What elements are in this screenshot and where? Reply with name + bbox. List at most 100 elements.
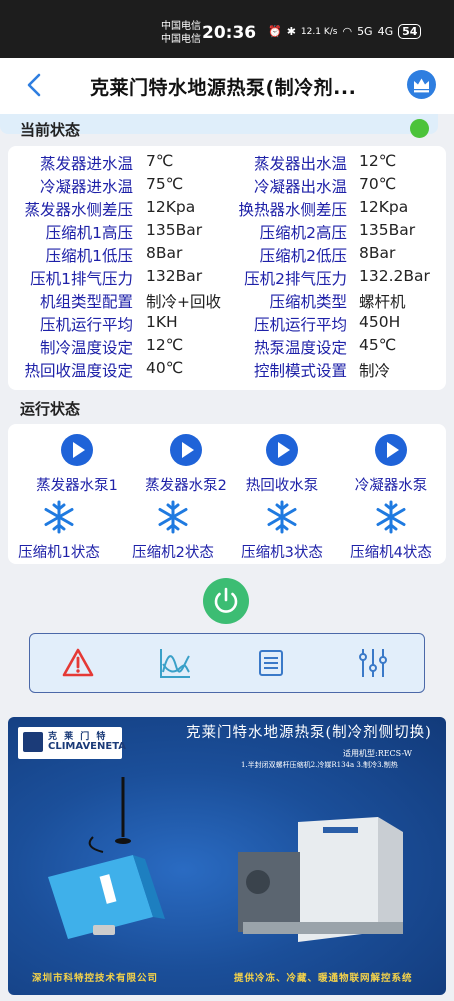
- snowflake-icon: [44, 500, 74, 534]
- signal-4g: 4G: [377, 25, 394, 38]
- system-status-bar: 中国电信 中国电信 20:36 ⏰ ✱ 12.1 K/s ◠ 5G 4G 54: [0, 0, 454, 58]
- compressor-status-item[interactable]: 压缩机1状态: [0, 500, 119, 562]
- signal-5g: 5G: [357, 25, 373, 38]
- pump-status-item[interactable]: 蒸发器水泵1: [17, 433, 137, 495]
- current-status-card: 蒸发器进水温 7℃ 蒸发器出水温 12℃ 冷凝器进水温 75℃ 冷凝器出水温 7…: [8, 146, 446, 390]
- status-row: 压缩机1低压 8Bar 压缩机2低压 8Bar: [8, 244, 446, 267]
- snowflake-icon: [267, 500, 297, 534]
- carrier-2: 中国电信: [161, 34, 201, 45]
- pump-status-item[interactable]: 冷凝器水泵: [331, 433, 451, 495]
- crown-icon[interactable]: [407, 70, 436, 99]
- param-label: 冷凝器出水温: [253, 178, 347, 196]
- pump-status-item[interactable]: 热回收水泵: [222, 433, 342, 495]
- carrier-1: 中国电信: [161, 21, 201, 32]
- param-value: 75℃: [146, 175, 184, 193]
- banner-spec: 1.半封闭双螺杆压缩机2.冷媒R134a 3.制冷3.制热: [241, 761, 398, 769]
- param-value: 12℃: [359, 152, 397, 170]
- status-row: 制冷温度设定 12℃ 热泵温度设定 45℃: [8, 336, 446, 359]
- param-value: 40℃: [146, 359, 184, 377]
- brand-logo-en: CLIMAVENETA: [48, 741, 126, 752]
- power-icon: [214, 587, 238, 613]
- param-label: 压机运行平均: [253, 316, 347, 334]
- pump-label: 蒸发器水泵1: [36, 478, 118, 494]
- param-label: 压机运行平均: [39, 316, 133, 334]
- settings-sliders-icon[interactable]: [356, 646, 390, 680]
- param-label: 压缩机1高压: [45, 224, 133, 242]
- current-status-heading: 当前状态: [20, 121, 81, 139]
- param-label: 蒸发器水侧差压: [24, 201, 133, 219]
- param-label: 制冷温度设定: [39, 339, 133, 357]
- carrier-labels: 中国电信 中国电信: [161, 20, 201, 46]
- param-label: 换热器水侧差压: [238, 201, 347, 219]
- battery-icon: 54: [398, 24, 422, 39]
- param-value: 132.2Bar: [359, 267, 430, 285]
- compressor-status-item[interactable]: 压缩机3状态: [222, 500, 342, 562]
- snowflake-icon: [158, 500, 188, 534]
- compressor-status-item[interactable]: 压缩机4状态: [331, 500, 451, 562]
- banner-footer-service: 提供冷冻、冷藏、暖通物联网解控系统: [234, 973, 413, 984]
- param-value: 12℃: [146, 336, 184, 354]
- param-value: 制冷+回收: [146, 293, 221, 311]
- trend-chart-icon[interactable]: [158, 646, 192, 680]
- param-value: 135Bar: [359, 221, 416, 239]
- status-row: 热回收温度设定 40℃ 控制模式设置 制冷: [8, 359, 446, 382]
- play-icon: [375, 434, 407, 466]
- param-label: 控制模式设置: [253, 362, 347, 380]
- param-label: 压缩机1低压: [45, 247, 133, 265]
- banner-footer-company: 深圳市科特控技术有限公司: [32, 973, 159, 984]
- gateway-device-image: [48, 777, 165, 939]
- pump-label: 热回收水泵: [245, 478, 319, 494]
- param-label: 机组类型配置: [39, 293, 133, 311]
- param-value: 135Bar: [146, 221, 203, 239]
- param-value: 70℃: [359, 175, 397, 193]
- app-bar: 克莱门特水地源热泵(制冷剂...: [0, 58, 454, 114]
- clock: 20:36: [202, 23, 257, 43]
- param-label: 压机2排气压力: [244, 270, 347, 288]
- param-value: 螺杆机: [359, 293, 406, 311]
- play-icon: [266, 434, 298, 466]
- wifi-icon: ◠: [342, 25, 353, 38]
- list-icon[interactable]: [254, 646, 288, 680]
- brand-logo: 克 莱 门 特 CLIMAVENETA: [18, 727, 126, 759]
- status-row: 蒸发器水侧差压 12Kpa 换热器水侧差压 12Kpa: [8, 198, 446, 221]
- param-label: 蒸发器进水温: [39, 155, 133, 173]
- param-label: 压缩机类型: [269, 293, 347, 311]
- bluetooth-icon: ✱: [286, 25, 296, 38]
- param-label: 压缩机2低压: [259, 247, 347, 265]
- param-value: 45℃: [359, 336, 397, 354]
- tool-bar: [29, 633, 425, 693]
- product-banner[interactable]: 克 莱 门 特 CLIMAVENETA 克莱门特水地源热泵(制冷剂侧切换) 适用…: [8, 717, 446, 995]
- status-row: 压机1排气压力 132Bar 压机2排气压力 132.2Bar: [8, 267, 446, 290]
- status-row: 压缩机1高压 135Bar 压缩机2高压 135Bar: [8, 221, 446, 244]
- param-label: 压缩机2高压: [259, 224, 347, 242]
- status-row: 冷凝器进水温 75℃ 冷凝器出水温 70℃: [8, 175, 446, 198]
- play-icon: [61, 434, 93, 466]
- param-label: 热回收温度设定: [24, 362, 133, 380]
- param-label: 压机1排气压力: [30, 270, 133, 288]
- run-status-card: 蒸发器水泵1 蒸发器水泵2 热回收水泵 冷凝器水泵 压缩机1状态 压缩机2状态: [8, 424, 446, 564]
- brand-mark-icon: [23, 732, 43, 752]
- snowflake-icon: [376, 500, 406, 534]
- param-value: 12Kpa: [146, 198, 196, 216]
- param-value: 7℃: [146, 152, 174, 170]
- net-speed: 12.1 K/s: [300, 26, 338, 37]
- heat-pump-unit-image: [238, 817, 403, 942]
- online-status-indicator: [410, 119, 429, 138]
- power-button[interactable]: [203, 578, 249, 624]
- status-row: 蒸发器进水温 7℃ 蒸发器出水温 12℃: [8, 152, 446, 175]
- compressor-label: 压缩机3状态: [241, 545, 323, 561]
- param-label: 冷凝器进水温: [39, 178, 133, 196]
- play-icon: [170, 434, 202, 466]
- back-arrow-icon[interactable]: [20, 70, 50, 100]
- param-value: 1KH: [146, 313, 178, 331]
- param-label: 蒸发器出水温: [253, 155, 347, 173]
- pump-label: 冷凝器水泵: [354, 478, 428, 494]
- param-value: 8Bar: [359, 244, 396, 262]
- alarm-icon[interactable]: [61, 646, 95, 680]
- param-value: 132Bar: [146, 267, 203, 285]
- compressor-label: 压缩机4状态: [350, 545, 432, 561]
- param-value: 12Kpa: [359, 198, 409, 216]
- param-value: 450H: [359, 313, 401, 331]
- banner-model: 适用机型:RECS-W: [343, 749, 412, 758]
- compressor-status-item[interactable]: 压缩机2状态: [113, 500, 233, 562]
